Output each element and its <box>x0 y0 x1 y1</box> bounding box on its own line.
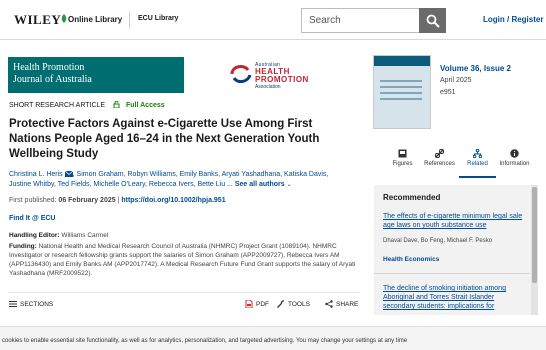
mail-icon[interactable] <box>64 171 73 177</box>
first-published-date: 06 February 2025 <box>58 197 116 204</box>
editor-name: Williams Carmel <box>59 232 109 239</box>
side-panel-tabs: Figures References Related Information <box>384 149 533 178</box>
find-it-link[interactable]: Find It @ ECU <box>9 215 56 222</box>
article-meta: SHORT RESEARCH ARTICLE Full Access <box>9 101 165 109</box>
article-type: SHORT RESEARCH ARTICLE <box>9 102 106 109</box>
sections-label: SECTIONS <box>20 301 54 308</box>
recommended-heading: Recommended <box>383 193 441 202</box>
institution-label: ECU Library <box>138 15 179 22</box>
wrench-icon <box>277 300 285 308</box>
tab-information-label: Information <box>499 161 530 167</box>
doi-link[interactable]: https://doi.org/10.1002/hpja.951 <box>121 197 225 204</box>
info-icon <box>510 149 519 158</box>
author-links-line2[interactable]: Justine Whitby, Ted Fields, Michelle O'L… <box>9 181 233 188</box>
login-register-link[interactable]: Login / Register <box>483 15 543 24</box>
wiley-logo[interactable]: WILEY <box>14 12 61 28</box>
funding-text: National Health and Medical Research Cou… <box>9 243 356 277</box>
network-icon <box>473 149 482 158</box>
journal-name-line2: Journal of Australia <box>13 74 92 85</box>
tools-label: TOOLS <box>288 301 310 308</box>
panel-scrollbar[interactable] <box>531 185 538 315</box>
funding-label: Funding: <box>9 243 37 250</box>
issue-date: April 2025 <box>440 77 472 84</box>
online-library-label: Online Library <box>68 15 123 24</box>
author-list: Christina L. Heris , Simon Graham, Robyn… <box>9 170 353 190</box>
association-line2: PROMOTION <box>255 75 309 84</box>
list-icon <box>9 301 17 307</box>
image-icon <box>398 149 407 158</box>
tab-related-label: Related <box>467 161 488 167</box>
search-button[interactable] <box>419 8 446 33</box>
publication-info: First published: 06 February 2025 | http… <box>9 197 226 204</box>
scrollbar-thumb[interactable] <box>532 187 537 283</box>
search-input[interactable] <box>301 8 419 33</box>
article-toolbar: SECTIONS PDF TOOLS SHARE <box>9 292 360 313</box>
search-icon <box>426 14 440 28</box>
tab-figures[interactable]: Figures <box>384 149 421 175</box>
recommended-article-journal[interactable]: Health Economics <box>383 256 439 263</box>
editor-label: Handling Editor: <box>9 232 60 239</box>
site-header: WILEY Online Library ECU Library Login /… <box>0 0 546 40</box>
tab-references-label: References <box>424 161 455 167</box>
association-name: HEALTH PROMOTION <box>255 68 309 84</box>
toolbar-divider <box>9 292 360 293</box>
full-access-label: Full Access <box>126 102 165 109</box>
swirl-logo-icon <box>230 65 252 84</box>
journal-name: Health Promotion Journal of Australia <box>13 62 92 86</box>
tab-references[interactable]: References <box>421 149 458 175</box>
corresponding-author-link[interactable]: Christina L. Heris <box>9 171 63 178</box>
link-icon <box>435 149 444 158</box>
recommended-divider <box>374 273 530 274</box>
journal-banner[interactable]: Health Promotion Journal of Australia <box>8 57 184 93</box>
cover-header-band <box>374 56 430 66</box>
article-number: e951 <box>440 89 456 96</box>
leaf-icon <box>61 14 67 23</box>
article-title: Protective Factors Against e-Cigarette U… <box>9 118 320 160</box>
open-lock-icon <box>113 101 120 108</box>
cover-decoration <box>380 80 422 104</box>
share-label: SHARE <box>336 301 359 308</box>
association-bottom-text: Association <box>255 84 281 90</box>
pdf-icon <box>245 300 253 308</box>
association-logo[interactable]: Australian HEALTH PROMOTION Association <box>230 59 340 91</box>
tab-figures-label: Figures <box>392 161 413 167</box>
share-button[interactable]: SHARE <box>325 300 358 308</box>
author-links-line1[interactable]: , Simon Graham, Robyn Williams, Emily Ba… <box>73 171 329 178</box>
funding-statement: Funding: National Health and Medical Res… <box>9 242 357 278</box>
see-all-authors-link[interactable]: See all authors <box>235 181 285 188</box>
journal-name-line1: Health Promotion <box>13 62 85 73</box>
first-published-label: First published: <box>9 197 59 204</box>
journal-cover-thumbnail[interactable] <box>373 55 431 129</box>
recommended-article-link[interactable]: The effects of e-cigarette minimum legal… <box>383 212 525 230</box>
issue-volume-link[interactable]: Volume 36, Issue 2 <box>440 64 511 73</box>
active-tab-indicator <box>459 176 496 178</box>
recommended-article-link[interactable]: The decline of smoking initiation among … <box>383 284 525 311</box>
cookie-banner: cookies to enable essential site functio… <box>0 326 546 350</box>
tools-button[interactable]: TOOLS <box>277 300 310 308</box>
recommended-panel: Recommended The effects of e-cigarette m… <box>374 185 538 315</box>
tab-information[interactable]: Information <box>496 149 533 175</box>
share-icon <box>325 300 333 308</box>
header-divider <box>129 12 130 28</box>
cookie-text: cookies to enable essential site functio… <box>2 338 408 344</box>
recommended-article-authors: Dhaval Dave, Bo Feng, Michael F. Pesko <box>383 238 493 244</box>
pdf-label: PDF <box>256 301 269 308</box>
tab-related[interactable]: Related <box>459 149 496 175</box>
pdf-button[interactable]: PDF <box>245 300 269 308</box>
handling-editor: Handling Editor: Williams Carmel <box>9 232 108 239</box>
chevron-down-icon[interactable]: ⌄ <box>287 182 292 188</box>
sections-button[interactable]: SECTIONS <box>9 300 53 308</box>
